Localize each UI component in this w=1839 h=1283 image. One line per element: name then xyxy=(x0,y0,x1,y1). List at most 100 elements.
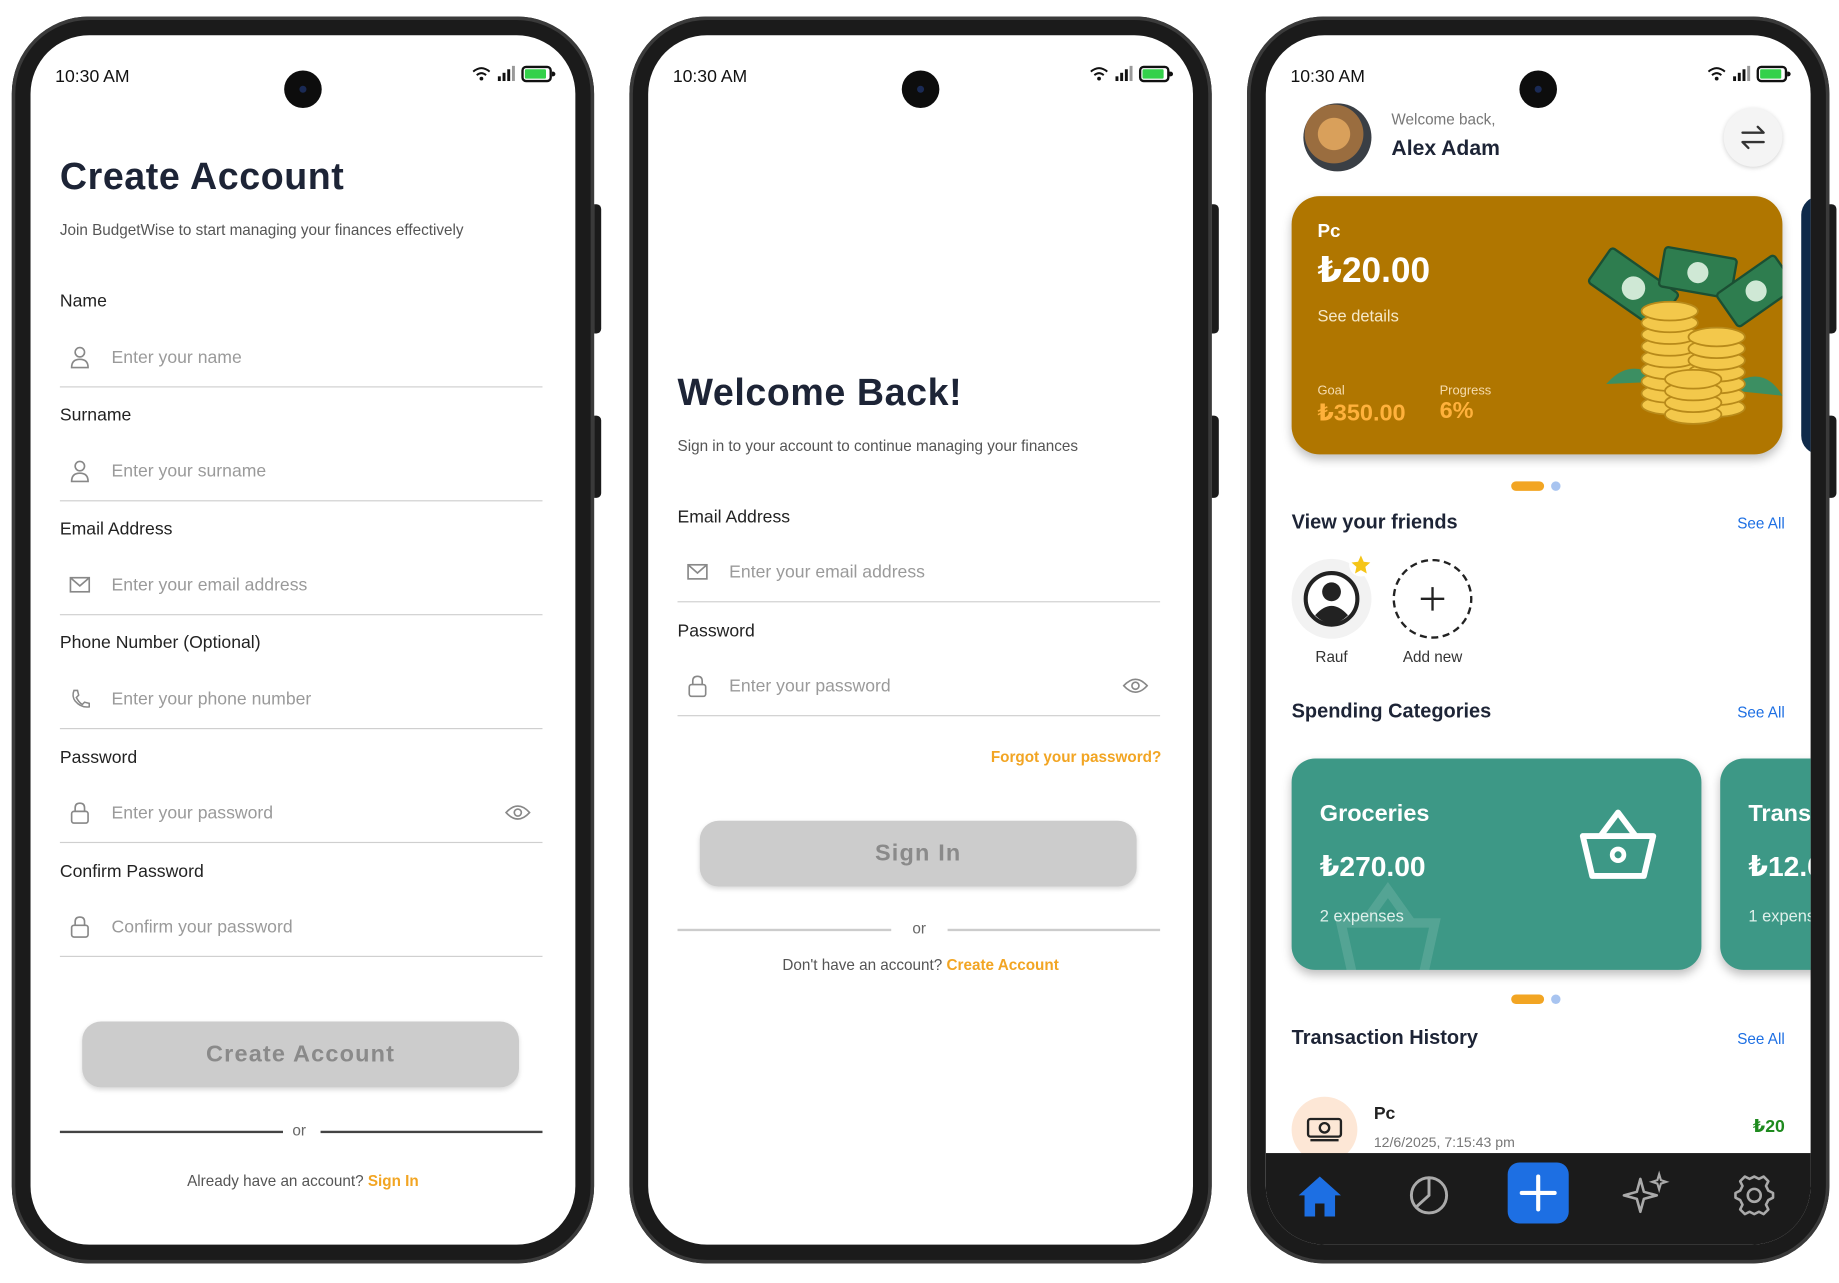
category-expenses: 2 expenses xyxy=(1319,906,1404,926)
category-name: Groceries xyxy=(1319,800,1430,827)
progress-value: 6% xyxy=(1439,398,1474,424)
password-field[interactable]: Enter your password xyxy=(677,658,1161,717)
see-details-link[interactable]: See details xyxy=(1317,306,1398,325)
nav-home[interactable] xyxy=(1289,1165,1350,1226)
email-label: Email Address xyxy=(677,507,791,528)
wifi-icon xyxy=(1090,67,1108,81)
category-amount: ₺12.0 xyxy=(1748,851,1810,883)
transactions-see-all[interactable]: See All xyxy=(1737,1030,1785,1048)
password-label: Password xyxy=(59,747,138,768)
create-account-link[interactable]: Create Account xyxy=(947,956,1059,974)
page-title: Create Account xyxy=(59,154,345,198)
camera-hole xyxy=(901,70,940,109)
add-friend-button[interactable]: Add new xyxy=(1390,558,1475,666)
phone-create-account: 10:30 AM Create Account Join BudgetWise … xyxy=(11,16,602,1264)
cash-icon xyxy=(1306,1117,1343,1142)
status-bar: 10:30 AM xyxy=(1266,35,1811,109)
goal-pager-dots xyxy=(1511,481,1561,491)
goal-card[interactable]: Pc ₺20.00 See details Goal ₺350.00 Progr… xyxy=(1291,196,1783,455)
categories-title: Spending Categories xyxy=(1291,699,1492,723)
transaction-row[interactable]: Pc 12/6/2025, 7:15:43 pm ₺20 xyxy=(1291,1092,1785,1163)
create-account-button[interactable]: Create Account xyxy=(82,1021,519,1088)
chart-icon xyxy=(1409,1176,1449,1215)
phone-placeholder: Enter your phone number xyxy=(111,689,312,710)
status-time: 10:30 AM xyxy=(672,66,748,87)
password-placeholder: Enter your password xyxy=(111,803,274,824)
friends-see-all[interactable]: See All xyxy=(1737,514,1785,532)
next-goal-card-peek[interactable] xyxy=(1801,196,1811,455)
or-divider: or xyxy=(677,918,1161,941)
friend-rauf[interactable]: Rauf xyxy=(1289,553,1374,666)
pager-dot[interactable] xyxy=(1551,994,1561,1004)
pager-dot-active[interactable] xyxy=(1511,994,1545,1004)
nav-stats[interactable] xyxy=(1398,1165,1459,1226)
category-card-groceries[interactable]: Groceries ₺270.00 2 expenses xyxy=(1291,758,1702,970)
surname-placeholder: Enter your surname xyxy=(111,461,267,482)
goal-amount: ₺20.00 xyxy=(1317,251,1431,291)
status-bar: 10:30 AM xyxy=(31,35,576,109)
category-pager-dots xyxy=(1511,994,1561,1004)
add-new-label: Add new xyxy=(1402,648,1463,666)
phone-field[interactable]: Enter your phone number xyxy=(59,670,543,730)
or-text: or xyxy=(912,919,926,938)
name-field[interactable]: Enter your name xyxy=(59,329,543,388)
confirm-password-field[interactable]: Confirm your password xyxy=(59,898,543,957)
or-text: or xyxy=(292,1121,306,1139)
lock-icon xyxy=(688,675,707,698)
wifi-icon xyxy=(1707,67,1726,81)
transaction-name: Pc xyxy=(1373,1103,1396,1124)
phone-home: 10:30 AM Welcome back, Alex Adam Pc ₺20.… xyxy=(1247,16,1837,1264)
surname-field[interactable]: Enter your surname xyxy=(59,443,543,502)
user-icon xyxy=(70,346,89,369)
signal-icon xyxy=(1733,65,1751,82)
settings-icon xyxy=(1734,1175,1775,1216)
home-icon xyxy=(1298,1176,1341,1217)
email-placeholder: Enter your email address xyxy=(729,562,925,583)
money-illustration xyxy=(1587,246,1783,425)
transactions-title: Transaction History xyxy=(1291,1026,1478,1049)
page-subtitle: Join BudgetWise to start managing your f… xyxy=(59,220,464,239)
progress-label: Progress xyxy=(1439,383,1492,399)
forgot-password-link[interactable]: Forgot your password? xyxy=(991,748,1161,766)
eye-icon[interactable] xyxy=(504,803,531,822)
or-divider: or xyxy=(59,1120,543,1143)
phone-label: Phone Number (Optional) xyxy=(59,632,261,653)
swap-button[interactable] xyxy=(1723,108,1783,167)
phone-sign-in: 10:30 AM Welcome Back! Sign in to your a… xyxy=(629,16,1219,1264)
nav-add-button[interactable] xyxy=(1507,1162,1569,1224)
mail-icon xyxy=(687,563,708,580)
sign-in-link[interactable]: Sign In xyxy=(368,1172,419,1190)
footer-text: Already have an account? Sign In xyxy=(31,1172,576,1190)
camera-hole xyxy=(284,70,322,109)
categories-see-all[interactable]: See All xyxy=(1737,703,1785,721)
password-field[interactable]: Enter your password xyxy=(59,784,543,844)
nav-ai[interactable] xyxy=(1615,1165,1676,1226)
friends-title: View your friends xyxy=(1291,510,1458,534)
mail-icon xyxy=(69,576,91,593)
password-label: Password xyxy=(677,621,755,642)
phone-icon xyxy=(72,689,91,708)
pager-dot-active[interactable] xyxy=(1511,481,1545,491)
nav-settings[interactable] xyxy=(1724,1165,1785,1226)
status-time: 10:30 AM xyxy=(55,66,130,87)
lock-icon xyxy=(70,802,89,824)
plus-icon xyxy=(1420,587,1445,611)
bottom-nav xyxy=(1265,1153,1811,1245)
category-card-transport[interactable]: Trans ₺12.0 1 expens xyxy=(1720,758,1811,970)
eye-icon[interactable] xyxy=(1122,676,1149,695)
pager-dot[interactable] xyxy=(1551,481,1561,491)
name-placeholder: Enter your name xyxy=(111,347,242,368)
sign-in-screen: 10:30 AM Welcome Back! Sign in to your a… xyxy=(648,35,1193,1245)
avatar[interactable] xyxy=(1303,103,1372,172)
email-field[interactable]: Enter your email address xyxy=(677,544,1161,603)
password-placeholder: Enter your password xyxy=(729,676,891,697)
basket-icon xyxy=(1579,809,1657,879)
goal-value: ₺350.00 xyxy=(1317,400,1406,427)
email-label: Email Address xyxy=(59,518,173,539)
email-field[interactable]: Enter your email address xyxy=(59,557,543,616)
sign-in-button[interactable]: Sign In xyxy=(699,820,1137,887)
battery-icon xyxy=(1138,65,1174,83)
status-bar: 10:30 AM xyxy=(648,35,1193,109)
name-label: Name xyxy=(59,291,107,312)
add-icon xyxy=(1519,1174,1557,1212)
